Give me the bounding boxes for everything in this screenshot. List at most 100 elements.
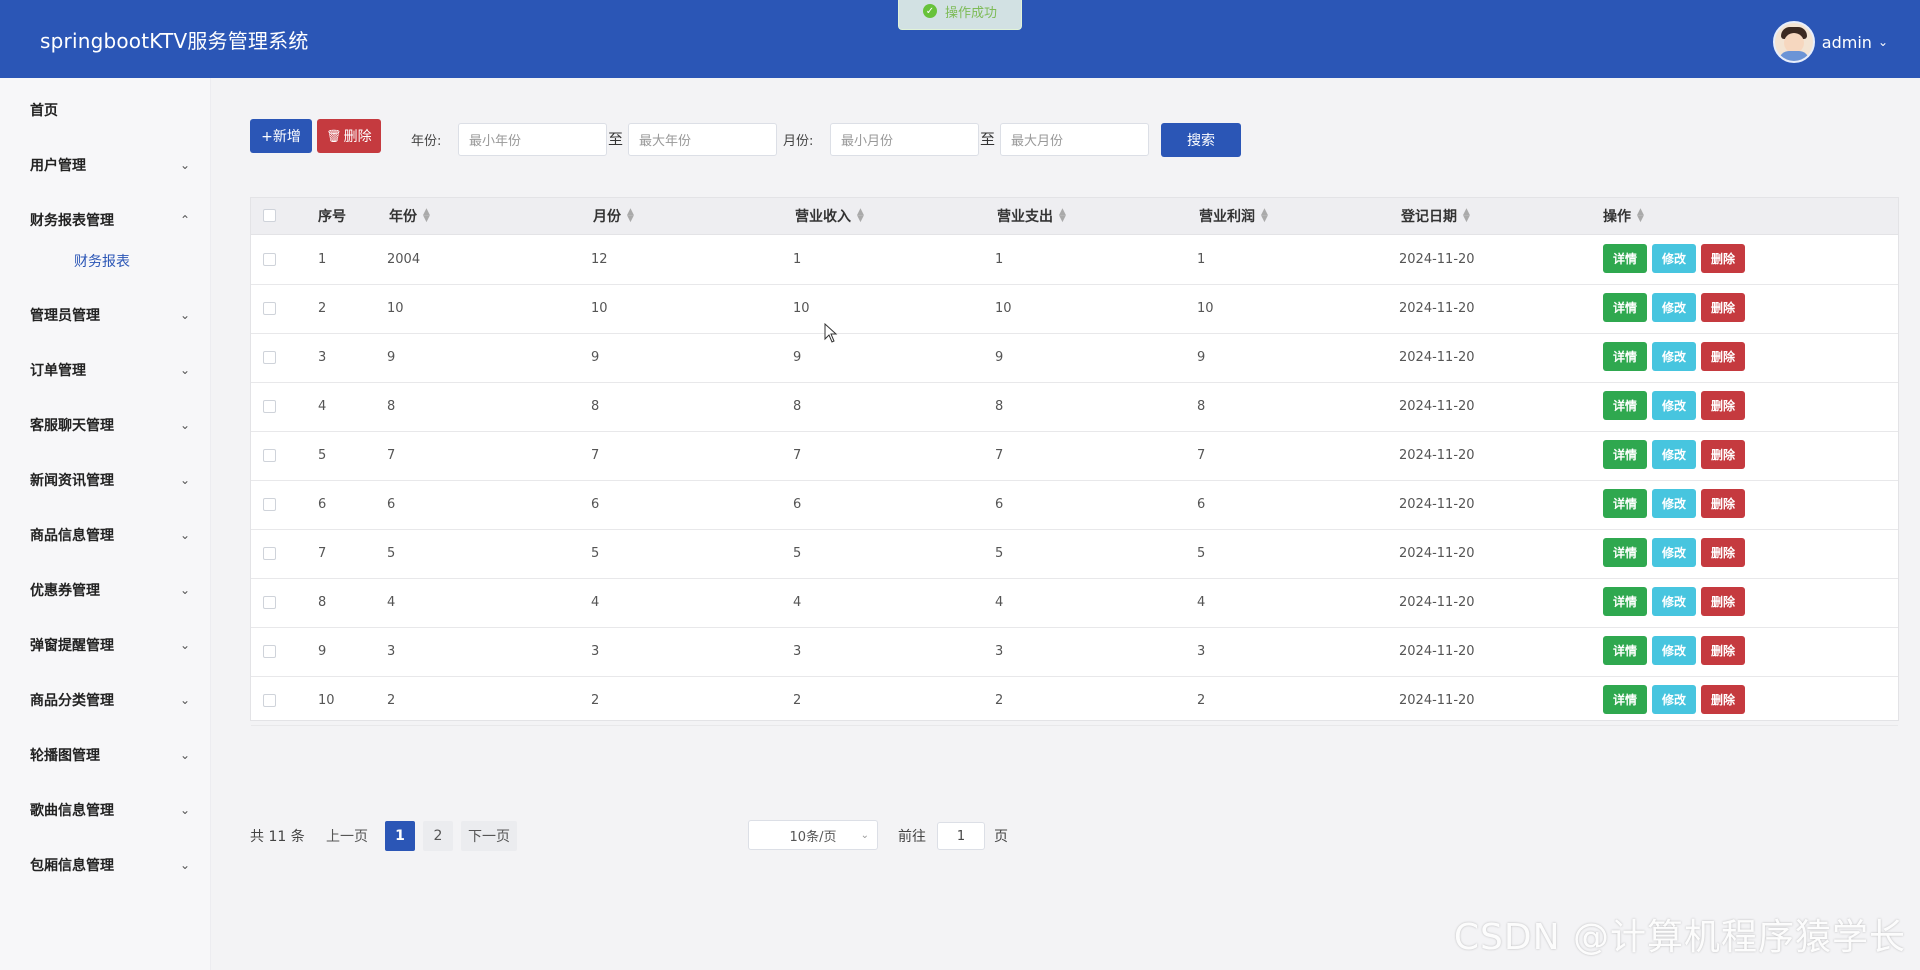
delete-button[interactable]: 删除 bbox=[1701, 587, 1745, 616]
cell-profit: 8 bbox=[1197, 399, 1206, 414]
th-year[interactable]: 年份 ▲ ▼ bbox=[389, 198, 430, 234]
data-table: 序号 年份 ▲ ▼ 月份 ▲ ▼ 营业收入 ▲ ▼ 营业支出 ▲ ▼ 营业利润 ▲ ▼ 登记日期 ▲ ▼… bbox=[250, 197, 1899, 726]
table-row: 9 3 3 3 3 3 2024-11-20 详情 修改 删除 bbox=[251, 627, 1898, 677]
delete-button[interactable]: 删除 bbox=[1701, 440, 1745, 469]
sort-icon[interactable]: ▲ ▼ bbox=[857, 208, 864, 224]
sidebar-item-admins[interactable]: 管理员管理 ⌄ bbox=[0, 295, 210, 335]
edit-button[interactable]: 修改 bbox=[1652, 636, 1696, 665]
detail-button[interactable]: 详情 bbox=[1603, 440, 1647, 469]
detail-button[interactable]: 详情 bbox=[1603, 538, 1647, 567]
sidebar-item-categories[interactable]: 商品分类管理 ⌄ bbox=[0, 680, 210, 720]
th-profit[interactable]: 营业利润 ▲ ▼ bbox=[1199, 198, 1268, 234]
detail-button[interactable]: 详情 bbox=[1603, 293, 1647, 322]
delete-button[interactable]: 删除 bbox=[1701, 293, 1745, 322]
sort-icon[interactable]: ▲ ▼ bbox=[1637, 208, 1644, 224]
edit-button[interactable]: 修改 bbox=[1652, 587, 1696, 616]
detail-button[interactable]: 详情 bbox=[1603, 342, 1647, 371]
year-label: 年份: bbox=[411, 134, 442, 149]
delete-button[interactable]: 删除 bbox=[1701, 489, 1745, 518]
sort-icon[interactable]: ▲ ▼ bbox=[423, 208, 430, 224]
sidebar-item-finance[interactable]: 财务报表管理 ⌃ bbox=[0, 200, 210, 240]
sidebar-item-coupons[interactable]: 优惠券管理 ⌄ bbox=[0, 570, 210, 610]
sidebar-item-songs[interactable]: 歌曲信息管理 ⌄ bbox=[0, 790, 210, 830]
avatar[interactable] bbox=[1772, 21, 1815, 63]
row-checkbox[interactable] bbox=[263, 596, 276, 609]
user-menu[interactable]: admin ⌄ bbox=[1772, 21, 1888, 63]
row-checkbox[interactable] bbox=[263, 351, 276, 364]
row-checkbox[interactable] bbox=[263, 498, 276, 511]
edit-button[interactable]: 修改 bbox=[1652, 342, 1696, 371]
sidebar-subitem-finance-report[interactable]: 财务报表 bbox=[0, 243, 210, 279]
detail-button[interactable]: 详情 bbox=[1603, 685, 1647, 714]
detail-button[interactable]: 详情 bbox=[1603, 489, 1647, 518]
th-expense[interactable]: 营业支出 ▲ ▼ bbox=[997, 198, 1066, 234]
edit-button[interactable]: 修改 bbox=[1652, 489, 1696, 518]
year-min-input[interactable]: 最小年份 bbox=[458, 123, 607, 156]
cell-date: 2024-11-20 bbox=[1399, 252, 1475, 267]
detail-button[interactable]: 详情 bbox=[1603, 636, 1647, 665]
delete-button[interactable]: 删除 bbox=[1701, 685, 1745, 714]
row-checkbox[interactable] bbox=[263, 645, 276, 658]
sidebar-item-home[interactable]: 首页 bbox=[0, 90, 210, 130]
sidebar-item-carousel[interactable]: 轮播图管理 ⌄ bbox=[0, 735, 210, 775]
row-checkbox[interactable] bbox=[263, 547, 276, 560]
page-size-select[interactable]: 10条/页 ⌄ bbox=[748, 820, 878, 850]
sidebar-item-products[interactable]: 商品信息管理 ⌄ bbox=[0, 515, 210, 555]
edit-button[interactable]: 修改 bbox=[1652, 538, 1696, 567]
sidebar-item-users[interactable]: 用户管理 ⌄ bbox=[0, 145, 210, 185]
th-income[interactable]: 营业收入 ▲ ▼ bbox=[795, 198, 864, 234]
delete-button[interactable]: 删除 bbox=[1701, 244, 1745, 273]
next-page-button[interactable]: 下一页 bbox=[461, 821, 517, 851]
prev-page-button[interactable]: 上一页 bbox=[319, 821, 375, 851]
th-date[interactable]: 登记日期 ▲ ▼ bbox=[1401, 198, 1470, 234]
row-checkbox[interactable] bbox=[263, 302, 276, 315]
detail-button[interactable]: 详情 bbox=[1603, 391, 1647, 420]
select-all-checkbox[interactable] bbox=[263, 209, 276, 222]
row-checkbox[interactable] bbox=[263, 449, 276, 462]
row-checkbox[interactable] bbox=[263, 694, 276, 707]
delete-button[interactable]: 删除 bbox=[1701, 342, 1745, 371]
month-max-input[interactable]: 最大月份 bbox=[1000, 123, 1149, 156]
sidebar-item-popups[interactable]: 弹窗提醒管理 ⌄ bbox=[0, 625, 210, 665]
th-month[interactable]: 月份 ▲ ▼ bbox=[593, 198, 634, 234]
cell-month: 7 bbox=[591, 448, 600, 463]
user-name[interactable]: admin bbox=[1822, 33, 1872, 52]
year-max-input[interactable]: 最大年份 bbox=[628, 123, 777, 156]
cell-year: 4 bbox=[387, 595, 396, 610]
page-1-button[interactable]: 1 bbox=[385, 821, 415, 851]
sort-icon[interactable]: ▲ ▼ bbox=[1261, 208, 1268, 224]
sidebar-item-rooms[interactable]: 包厢信息管理 ⌄ bbox=[0, 845, 210, 885]
delete-button[interactable]: 删除 bbox=[1701, 636, 1745, 665]
table-row: 10 2 2 2 2 2 2024-11-20 详情 修改 删除 bbox=[251, 676, 1898, 726]
page-2-button[interactable]: 2 bbox=[423, 821, 453, 851]
add-button[interactable]: +新增 bbox=[250, 119, 312, 153]
chevron-down-icon: ⌄ bbox=[179, 583, 190, 597]
cell-month: 12 bbox=[591, 252, 608, 267]
table-row: 2 10 10 10 10 10 2024-11-20 详情 修改 删除 bbox=[251, 284, 1898, 334]
edit-button[interactable]: 修改 bbox=[1652, 440, 1696, 469]
chevron-down-icon[interactable]: ⌄ bbox=[1878, 35, 1888, 49]
detail-button[interactable]: 详情 bbox=[1603, 587, 1647, 616]
edit-button[interactable]: 修改 bbox=[1652, 293, 1696, 322]
sort-icon[interactable]: ▲ ▼ bbox=[1059, 208, 1066, 224]
sidebar-item-orders[interactable]: 订单管理 ⌄ bbox=[0, 350, 210, 390]
sort-icon[interactable]: ▲ ▼ bbox=[627, 208, 634, 224]
sidebar-item-chat[interactable]: 客服聊天管理 ⌄ bbox=[0, 405, 210, 445]
delete-button[interactable]: 删除 bbox=[1701, 538, 1745, 567]
sort-icon[interactable]: ▲ ▼ bbox=[1463, 208, 1470, 224]
edit-button[interactable]: 修改 bbox=[1652, 391, 1696, 420]
cell-income: 1 bbox=[793, 252, 802, 267]
delete-button[interactable]: 删除 bbox=[1701, 391, 1745, 420]
row-checkbox[interactable] bbox=[263, 253, 276, 266]
sidebar-item-news[interactable]: 新闻资讯管理 ⌄ bbox=[0, 460, 210, 500]
cell-expense: 9 bbox=[995, 350, 1004, 365]
row-checkbox[interactable] bbox=[263, 400, 276, 413]
th-action[interactable]: 操作 ▲ ▼ bbox=[1603, 198, 1644, 234]
edit-button[interactable]: 修改 bbox=[1652, 685, 1696, 714]
goto-page-input[interactable]: 1 bbox=[937, 822, 985, 850]
month-min-input[interactable]: 最小月份 bbox=[830, 123, 979, 156]
detail-button[interactable]: 详情 bbox=[1603, 244, 1647, 273]
edit-button[interactable]: 修改 bbox=[1652, 244, 1696, 273]
batch-delete-button[interactable]: 🗑 删除 bbox=[317, 119, 381, 153]
search-button[interactable]: 搜索 bbox=[1161, 123, 1241, 157]
